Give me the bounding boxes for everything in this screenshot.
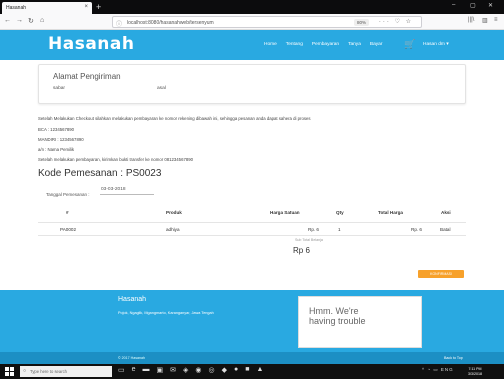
page-actions-icon[interactable]: ··· ♡ ☆ (379, 18, 413, 25)
forward-arrow-icon[interactable]: → (16, 17, 23, 24)
payment-instruction: Setelah Melakukan Checkout silahkan mela… (38, 116, 311, 121)
bank-mandiri: MANDIRI : 1234567890 (38, 137, 84, 142)
app-icon[interactable]: ◆ (222, 366, 227, 374)
table-row: PA0002 adhiya Rp. 6 1 Rp. 6 Batal (38, 227, 466, 239)
back-arrow-icon[interactable]: ← (4, 17, 11, 24)
col-header-qty: Qty (336, 210, 344, 215)
browser-toolbar: ← → ↻ ⌂ ⓘ localhost:8080/hasanahweb/ters… (0, 14, 504, 30)
order-date-field[interactable] (100, 185, 154, 195)
address-line-1: sabar (53, 86, 65, 91)
taskbar-apps: ▭ e ▬ ▣ ✉ ◈ ◉ ◎ ◆ ● ■ ▲ (118, 366, 263, 374)
url-text: localhost:8080/hasanahweb/tersenyum (127, 20, 214, 26)
search-placeholder: Type here to search (30, 369, 68, 374)
task-view-icon[interactable]: ▭ (118, 366, 125, 374)
window-close-icon[interactable]: ✕ (488, 2, 493, 9)
col-header-no: # (66, 210, 69, 215)
sidebar-icon[interactable]: ▥ (482, 17, 488, 24)
col-header-unit-price: Harga Satuan (270, 210, 300, 215)
site-info-icon[interactable]: ⓘ (116, 19, 122, 28)
confirm-button[interactable]: KONFIRMASI (418, 270, 464, 278)
col-header-product: Produk (166, 210, 182, 215)
cell-unit-price: Rp. 6 (308, 227, 319, 232)
cell-product: adhiya (166, 227, 180, 232)
table-header: # Produk Harga Satuan Qty Total Harga Ak… (38, 210, 466, 222)
zoom-level[interactable]: 80% (353, 19, 369, 26)
app-icon[interactable]: ▲ (257, 366, 264, 374)
firefox-icon[interactable]: ◉ (195, 366, 201, 374)
nav-link-home[interactable]: Home (264, 42, 277, 47)
clock-time: 7:11 PM (468, 367, 482, 371)
menu-icon[interactable]: ≡ (494, 17, 498, 23)
copyright: © 2017 Hasanah (118, 356, 146, 360)
photos-icon[interactable]: ◈ (183, 366, 188, 374)
total-value: Rp 6 (293, 246, 310, 255)
os-taskbar: ○ Type here to search ▭ e ▬ ▣ ✉ ◈ ◉ ◎ ◆ … (0, 364, 504, 379)
browser-tab[interactable]: Hasanah × (2, 2, 92, 14)
footer-address: Pojok, Ngaglik, Mgangmarto, Karanganyar,… (118, 311, 214, 315)
home-icon[interactable]: ⌂ (40, 17, 44, 24)
bank-bca: BCA : 1234567890 (38, 127, 75, 132)
windows-start-icon[interactable] (5, 367, 14, 376)
shipping-address-card: Alamat Pengiriman sabar asal (38, 64, 466, 104)
search-icon: ○ (23, 368, 27, 374)
nav-link-tanya[interactable]: Tanya (348, 42, 361, 47)
tab-close-icon[interactable]: × (84, 4, 88, 10)
nav-link-tentang[interactable]: Tentang (286, 42, 303, 47)
sub-footer: © 2017 Hasanah Back to Top (0, 352, 504, 364)
browser-tab-bar: Hasanah × + – ▢ ✕ (0, 0, 504, 14)
cell-qty: 1 (338, 227, 341, 232)
clock-date: 3/3/2018 (468, 371, 482, 376)
nav-links: Home Tentang Pembayaran Tanya Bayar (264, 42, 382, 47)
edge-icon[interactable]: e (132, 366, 136, 374)
site-footer: Hasanah Pojok, Ngaglik, Mgangmarto, Kara… (0, 290, 504, 352)
nav-link-bayar[interactable]: Bayar (370, 42, 383, 47)
map-error-message: Hmm. We're having trouble (309, 306, 366, 326)
tab-title: Hasanah (6, 5, 27, 11)
cell-no: PA0002 (60, 227, 77, 232)
cell-total: Rp. 6 (411, 227, 422, 232)
order-code: Kode Pemesanan : PS0023 (38, 168, 162, 179)
nav-link-pembayaran[interactable]: Pembayaran (312, 42, 339, 47)
total-label: Sub Total Belanja (295, 238, 323, 242)
cancel-link[interactable]: Batal (440, 227, 450, 232)
reload-icon[interactable]: ↻ (28, 17, 34, 25)
app-icon[interactable]: ● (234, 366, 238, 374)
col-header-total: Total Harga (378, 210, 403, 215)
store-icon[interactable]: ▣ (157, 366, 164, 374)
col-header-action: Aksi (441, 210, 451, 215)
map-embed[interactable]: Hmm. We're having trouble (298, 296, 422, 348)
window-maximize-icon[interactable]: ▢ (470, 2, 476, 9)
taskbar-clock[interactable]: 7:11 PM 3/3/2018 (468, 367, 482, 376)
brand-logo[interactable]: Hasanah (48, 34, 134, 54)
address-bar[interactable]: ⓘ localhost:8080/hasanahweb/tersenyum 80… (112, 16, 422, 28)
app-icon[interactable]: ■ (245, 366, 249, 374)
address-title: Alamat Pengiriman (53, 72, 121, 81)
address-line-2: asal (157, 86, 166, 91)
mail-icon[interactable]: ✉ (170, 366, 176, 374)
window-minimize-icon[interactable]: – (452, 2, 455, 8)
system-tray[interactable]: ^ ◔ ▭ ENG (422, 367, 454, 373)
table-divider (38, 235, 466, 236)
transfer-instruction: Setelah melakukan pembayaran, kirimkan b… (38, 157, 194, 162)
taskbar-search-input[interactable]: ○ Type here to search (20, 366, 112, 377)
order-date-label: Tanggal Pemesanan : (46, 192, 90, 197)
chrome-icon[interactable]: ◎ (209, 366, 215, 374)
library-icon[interactable]: |||\ (468, 17, 474, 23)
account-owner: a/n : Nama Pemilik (38, 147, 75, 152)
table-divider (38, 222, 466, 223)
cart-icon[interactable]: 🛒 (404, 39, 415, 50)
new-tab-button[interactable]: + (96, 1, 101, 13)
user-menu[interactable]: Hasan dm ▾ (423, 42, 449, 47)
back-to-top-link[interactable]: Back to Top (444, 356, 463, 360)
folder-icon[interactable]: ▬ (143, 366, 150, 374)
footer-brand: Hasanah (118, 296, 147, 303)
site-navbar: Hasanah Home Tentang Pembayaran Tanya Ba… (0, 30, 504, 60)
